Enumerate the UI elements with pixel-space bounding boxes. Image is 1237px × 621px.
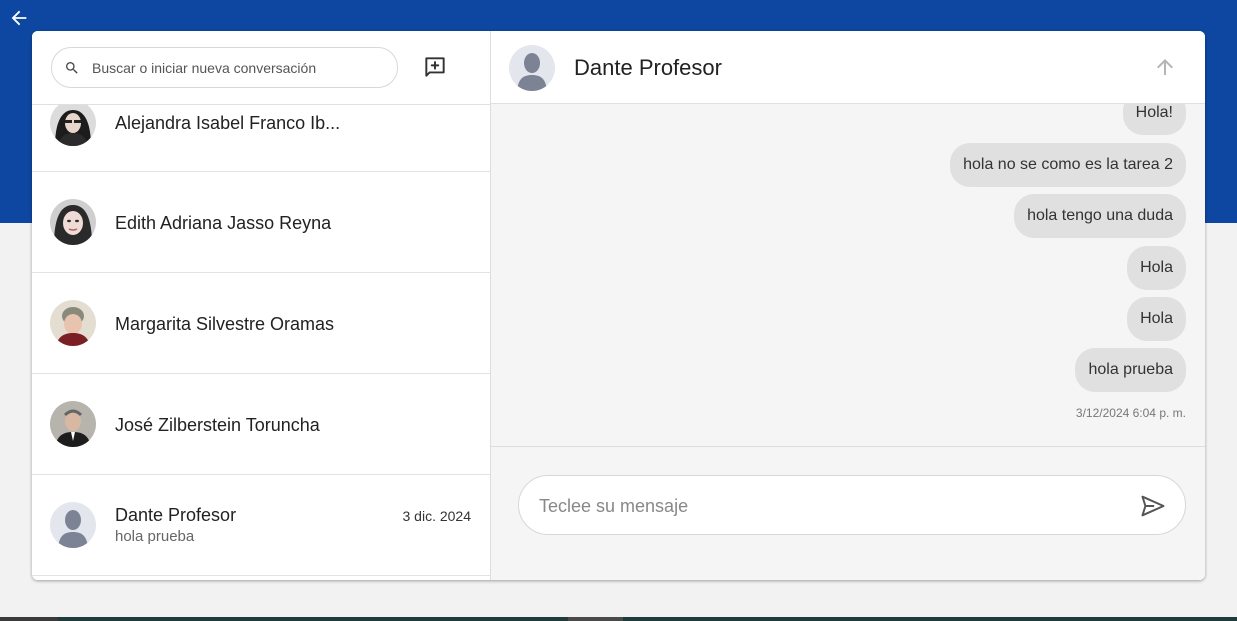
- conversation-name: José Zilberstein Toruncha: [115, 415, 320, 435]
- arrow-back-icon: [11, 10, 27, 26]
- chat-header: Dante Profesor: [491, 31, 1205, 104]
- conversation-item-active[interactable]: Dante Profesor 3 dic. 2024 hola prueba: [32, 475, 490, 576]
- conversation-name: Dante Profesor: [115, 505, 237, 525]
- sidebar-header: [32, 31, 490, 105]
- conversation-name: Margarita Silvestre Oramas: [115, 314, 335, 334]
- search-input[interactable]: [90, 58, 384, 77]
- message-bubble: Hola: [1127, 297, 1186, 341]
- new-conversation-button[interactable]: [421, 53, 449, 81]
- message-bubble: hola no se como es la tarea 2: [950, 143, 1186, 187]
- conversation-sidebar: Alejandra Isabel Franco Ib... Edith Adri…: [32, 31, 491, 580]
- taskbar-segment: [568, 617, 623, 621]
- conversation-item[interactable]: José Zilberstein Toruncha: [32, 374, 490, 475]
- avatar: [50, 401, 96, 447]
- scroll-up-button[interactable]: [1153, 55, 1177, 79]
- conversation-date: 3 dic. 2024: [402, 508, 472, 524]
- message-bubble: hola tengo una duda: [1014, 194, 1186, 238]
- send-icon: [1141, 495, 1165, 517]
- avatar: [509, 45, 555, 91]
- conversation-item[interactable]: Edith Adriana Jasso Reyna: [32, 172, 490, 273]
- avatar: [50, 105, 96, 146]
- conversation-list: Alejandra Isabel Franco Ib... Edith Adri…: [32, 105, 490, 580]
- message-bubble: Hola: [1127, 246, 1186, 290]
- chat-panel: Dante Profesor Hola! hola no se como es …: [491, 31, 1205, 580]
- taskbar-strip: [0, 617, 1237, 621]
- avatar: [50, 300, 96, 346]
- avatar: [50, 199, 96, 245]
- message-input[interactable]: [537, 492, 1121, 520]
- arrow-up-icon: [1157, 59, 1173, 75]
- message-timestamp: 3/12/2024 6:04 p. m.: [1075, 406, 1186, 420]
- conversation-name: Edith Adriana Jasso Reyna: [115, 213, 332, 233]
- taskbar-segment: [0, 617, 58, 621]
- message-bubble: Hola!: [1122, 104, 1186, 135]
- send-button[interactable]: [1139, 492, 1167, 520]
- search-box[interactable]: [51, 47, 398, 88]
- chat-card: Alejandra Isabel Franco Ib... Edith Adri…: [32, 31, 1205, 580]
- conversation-preview: hola prueba: [115, 528, 195, 545]
- conversation-name: Alejandra Isabel Franco Ib...: [115, 113, 341, 133]
- conversation-item[interactable]: Margarita Silvestre Oramas: [32, 273, 490, 374]
- back-button[interactable]: [6, 5, 32, 31]
- search-icon: [64, 60, 80, 76]
- composer-area: [491, 446, 1205, 580]
- chat-title: Dante Profesor: [574, 55, 722, 80]
- message-bubble: hola prueba: [1075, 348, 1186, 392]
- message-list: Hola! hola no se como es la tarea 2 hola…: [491, 104, 1205, 446]
- avatar: [50, 502, 96, 548]
- conversation-item[interactable]: Alejandra Isabel Franco Ib...: [32, 105, 490, 172]
- add-box-icon: [425, 57, 445, 77]
- message-composer[interactable]: [518, 475, 1186, 535]
